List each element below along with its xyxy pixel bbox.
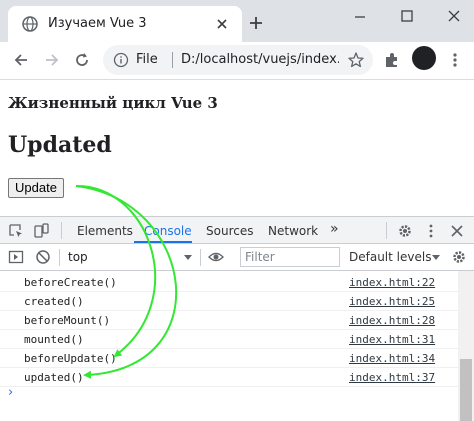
minimize-icon[interactable] [352, 8, 368, 24]
address-bar[interactable]: File D:/localhost/vuejs/index.h... [103, 45, 373, 75]
log-row: beforeCreate() index.html:22 [0, 273, 458, 292]
status-heading: Updated [8, 132, 112, 158]
log-message: beforeCreate() [24, 276, 117, 289]
bookmark-star-icon[interactable] [347, 51, 365, 69]
log-row: created() index.html:25 [0, 292, 458, 311]
close-devtools-icon[interactable] [449, 223, 465, 239]
info-icon[interactable] [113, 52, 129, 68]
maximize-icon[interactable] [399, 8, 415, 24]
levels-caret-icon[interactable] [428, 249, 444, 265]
devtools-panel: Elements Console Sources Network » top F… [0, 216, 474, 421]
live-expression-eye-icon[interactable] [208, 249, 224, 265]
log-source-link[interactable]: index.html:37 [349, 371, 435, 385]
log-source-link[interactable]: index.html:22 [349, 276, 435, 290]
log-row: beforeMount() index.html:28 [0, 311, 458, 330]
log-message: created() [24, 295, 84, 308]
tab-strip: Изучаем Vue 3 [0, 0, 474, 42]
toolbar-divider [61, 222, 62, 239]
log-message: updated() [24, 371, 84, 384]
log-row: mounted() index.html:31 [0, 330, 458, 349]
tab-title: Изучаем Vue 3 [48, 16, 147, 31]
tab-elements[interactable]: Elements [77, 224, 133, 238]
log-levels-dropdown[interactable]: Default levels [349, 250, 431, 264]
log-row: updated() index.html:37 [0, 368, 458, 387]
tab-network[interactable]: Network [268, 224, 318, 238]
log-source-link[interactable]: index.html:34 [349, 352, 435, 366]
log-message: beforeMount() [24, 314, 111, 327]
console-scrollbar[interactable] [458, 271, 474, 421]
extensions-puzzle-icon[interactable] [383, 51, 401, 69]
console-toolbar: top Default levels [0, 244, 474, 271]
tab-console[interactable]: Console [144, 224, 192, 238]
filter-input[interactable] [240, 247, 340, 267]
page-heading: Жизненный цикл Vue 3 [8, 94, 218, 112]
close-window-icon[interactable] [446, 8, 462, 24]
console-prompt[interactable]: › [8, 385, 13, 400]
clear-console-icon[interactable] [35, 249, 51, 265]
devtools-menu-icon[interactable] [423, 223, 439, 239]
scheme-label: File [136, 52, 158, 67]
toolbar-divider [59, 249, 60, 266]
back-arrow-icon[interactable] [12, 51, 30, 69]
toolbar-divider [386, 222, 387, 239]
page-content: Жизненный цикл Vue 3 Updated Update [0, 80, 474, 216]
reload-icon[interactable] [73, 51, 91, 69]
menu-kebab-icon[interactable] [446, 51, 464, 69]
more-tabs-chevron[interactable]: » [330, 222, 339, 236]
settings-gear-icon[interactable] [397, 223, 413, 239]
scrollbar-thumb[interactable] [460, 359, 472, 421]
inspect-element-icon[interactable] [8, 223, 24, 239]
log-source-link[interactable]: index.html:28 [349, 314, 435, 328]
forward-arrow-icon[interactable] [43, 51, 61, 69]
url-text[interactable]: D:/localhost/vuejs/index.h... [181, 52, 339, 68]
browser-toolbar: File D:/localhost/vuejs/index.h... [0, 42, 474, 80]
dropdown-caret-icon[interactable] [180, 249, 196, 265]
devtools-tab-bar: Elements Console Sources Network » [0, 217, 474, 244]
console-settings-gear-icon[interactable] [451, 249, 467, 265]
tab-sources[interactable]: Sources [206, 224, 253, 238]
new-tab-icon[interactable] [248, 15, 264, 31]
log-row: beforeUpdate() index.html:34 [0, 349, 458, 368]
active-tab-indicator [134, 241, 192, 243]
log-source-link[interactable]: index.html:31 [349, 333, 435, 347]
globe-icon [22, 16, 38, 32]
toolbar-divider [200, 249, 201, 266]
omnibox-divider [172, 52, 173, 68]
log-message: beforeUpdate() [24, 352, 117, 365]
context-selector[interactable]: top [68, 250, 88, 264]
log-message: mounted() [24, 333, 84, 346]
close-tab-icon[interactable] [214, 16, 230, 32]
device-toolbar-icon[interactable] [33, 223, 49, 239]
update-button[interactable]: Update [8, 178, 64, 198]
log-source-link[interactable]: index.html:25 [349, 295, 435, 309]
browser-tab[interactable]: Изучаем Vue 3 [8, 6, 242, 42]
profile-avatar[interactable] [412, 46, 436, 70]
sidebar-toggle-icon[interactable] [8, 249, 24, 265]
